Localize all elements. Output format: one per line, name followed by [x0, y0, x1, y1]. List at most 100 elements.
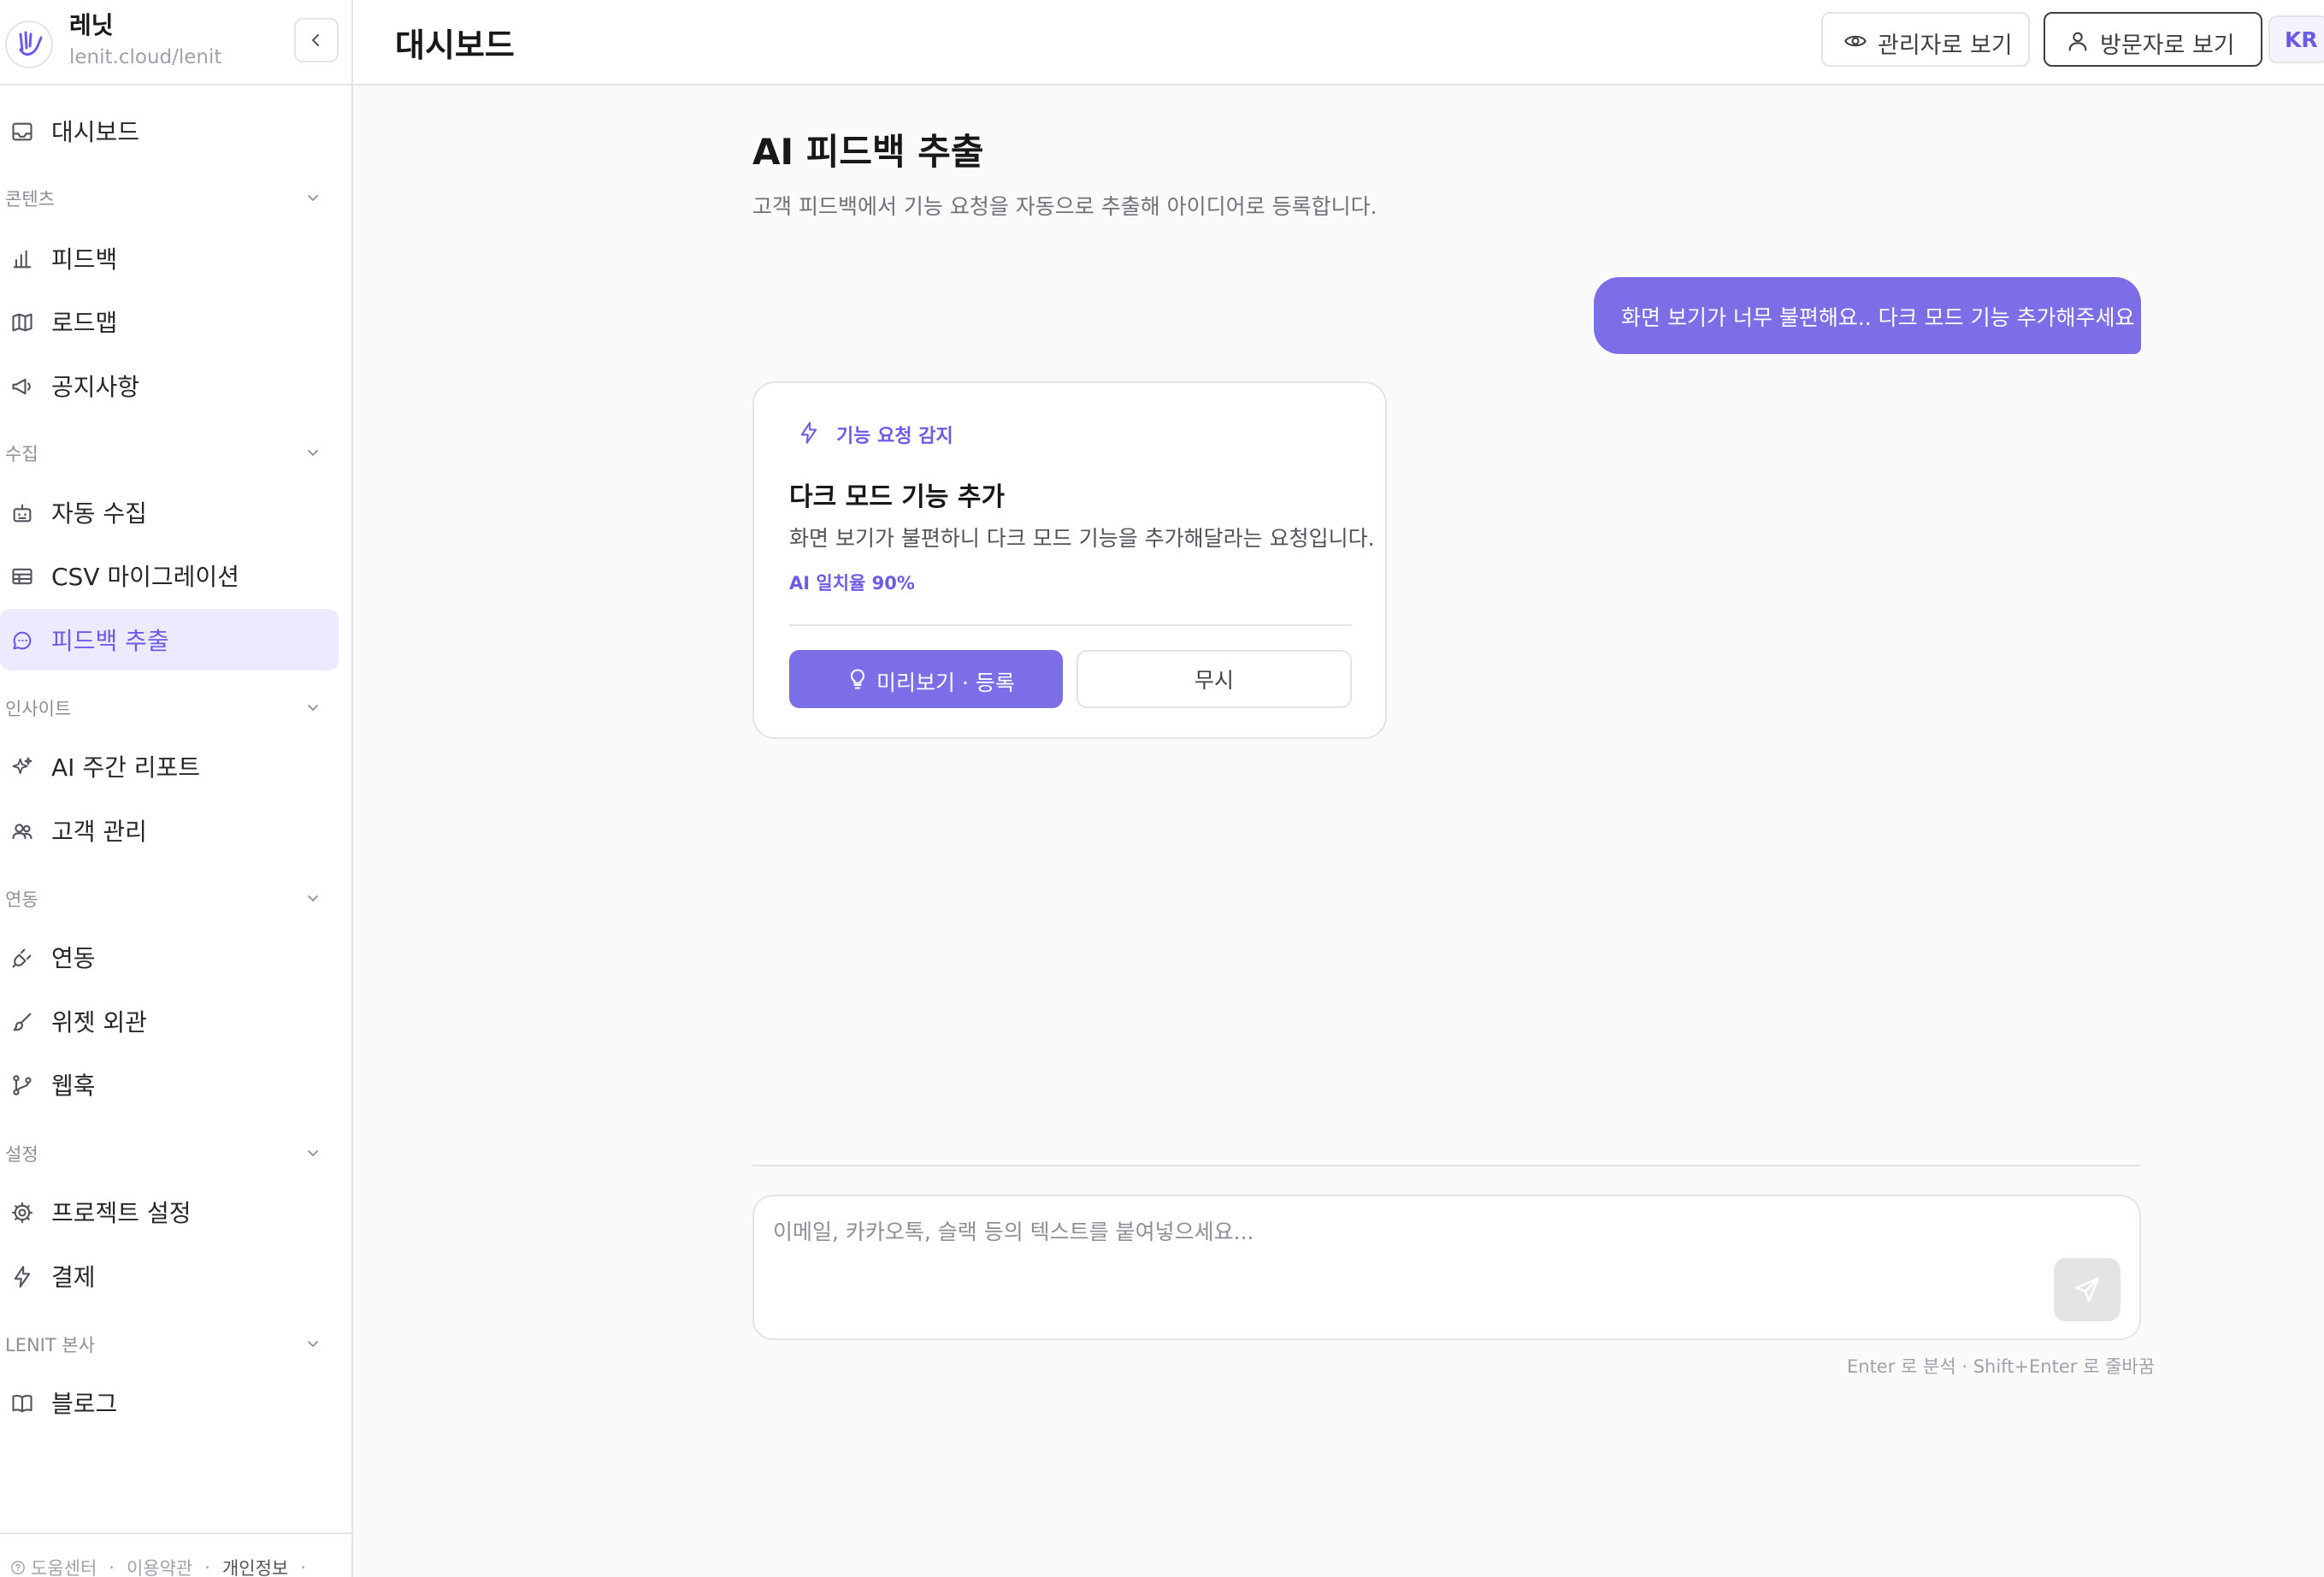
sidebar-item-label: 공지사항	[51, 373, 140, 401]
compose-divider	[752, 1165, 2141, 1167]
page-title: 대시보드	[395, 27, 515, 64]
table-icon	[12, 568, 32, 585]
sidebar-item-label: 블로그	[51, 1390, 118, 1418]
section-label: 콘텐츠	[5, 189, 55, 210]
sidebar-item-label: 웹훅	[51, 1072, 96, 1100]
brand-url: lenit.cloud/lenit	[69, 46, 222, 68]
view-as-admin-button[interactable]: 관리자로 보기	[1821, 12, 2030, 67]
detection-tag: 기능 요청 감지	[836, 426, 953, 447]
sidebar-item-label: AI 주간 리포트	[51, 753, 201, 782]
eye-icon	[1844, 35, 1867, 47]
plug-icon	[12, 948, 32, 968]
footer-separator: ·	[300, 1557, 306, 1577]
user-icon	[2068, 32, 2087, 51]
idea-description: 화면 보기가 불편하니 다크 모드 기능을 추가해달라는 요청입니다.	[789, 526, 1375, 551]
sidebar-item-widget-appearance[interactable]: 위젯 외관	[0, 990, 339, 1052]
sidebar-item-integrations[interactable]: 연동	[0, 926, 339, 988]
sidebar-item-label: 자동 수집	[51, 499, 147, 528]
ignore-button[interactable]: 무시	[1076, 650, 1352, 708]
megaphone-icon	[12, 378, 31, 395]
sidebar-item-label: 연동	[51, 944, 96, 972]
privacy-link[interactable]: 개인정보	[222, 1555, 288, 1577]
language-switch[interactable]: KR	[2268, 15, 2324, 63]
feature-subtitle: 고객 피드백에서 기능 요청을 자동으로 추출해 아이디어로 등록합니다.	[752, 194, 1377, 219]
view-as-visitor-button[interactable]: 방문자로 보기	[2044, 12, 2262, 67]
gear-icon	[11, 1202, 33, 1224]
feature-title: AI 피드백 추출	[752, 131, 984, 173]
section-integrations[interactable]: 연동	[0, 883, 339, 913]
sidebar-item-label: 프로젝트 설정	[51, 1199, 192, 1227]
section-insights[interactable]: 인사이트	[0, 692, 339, 723]
sidebar-item-auto-collect[interactable]: 자동 수집	[0, 481, 339, 543]
chevron-down-icon	[308, 895, 318, 902]
sidebar-footer: 도움센터 · 이용약관 · 개인정보 ·	[0, 1533, 353, 1577]
inbox-icon	[12, 122, 32, 141]
top-header: 대시보드 관리자로 보기 방문자로 보기 KR	[353, 0, 2324, 86]
sidebar: 레닛 lenit.cloud/lenit 대시보드 콘텐츠 피드백 로드맵 공지…	[0, 0, 353, 1577]
chevron-down-icon	[308, 195, 318, 202]
git-branch-icon	[13, 1075, 32, 1096]
ai-match-score: AI 일치율 90%	[789, 573, 915, 594]
idea-title: 다크 모드 기능 추가	[789, 482, 1006, 512]
help-center-link[interactable]: 도움센터	[31, 1555, 97, 1577]
brand-logo[interactable]	[5, 21, 53, 68]
brand-name: 레닛	[69, 11, 114, 39]
terms-link[interactable]: 이용약관	[127, 1555, 192, 1577]
sidebar-item-feedback[interactable]: 피드백	[0, 227, 339, 289]
sidebar-item-dashboard[interactable]: 대시보드	[0, 100, 339, 162]
sidebar-item-ai-weekly-report[interactable]: AI 주간 리포트	[0, 735, 339, 797]
card-divider	[789, 624, 1352, 626]
user-message-bubble: 화면 보기가 너무 불편해요.. 다크 모드 기능 추가해주세요	[1594, 277, 2141, 354]
section-label: 인사이트	[5, 699, 72, 719]
section-collect[interactable]: 수집	[0, 437, 339, 468]
sidebar-item-label: 피드백	[51, 245, 118, 274]
sidebar-item-billing[interactable]: 결제	[0, 1245, 339, 1307]
sidebar-item-label: 위젯 외관	[51, 1008, 147, 1037]
section-lenit-hq[interactable]: LENIT 본사	[0, 1328, 339, 1359]
message-circle-icon	[13, 631, 32, 650]
sidebar-item-feedback-extract[interactable]: 피드백 추출	[0, 609, 339, 670]
preview-register-label: 미리보기 · 등록	[876, 670, 1015, 695]
compose-box	[752, 1195, 2141, 1340]
view-as-admin-label: 관리자로 보기	[1878, 32, 2013, 59]
send-icon	[2074, 1277, 2100, 1302]
view-as-visitor-label: 방문자로 보기	[2100, 32, 2235, 59]
chevron-down-icon	[308, 705, 318, 712]
users-icon	[12, 824, 32, 840]
sidebar-item-label: 로드맵	[51, 309, 118, 337]
feedback-text-input[interactable]	[773, 1215, 2030, 1318]
section-label: 연동	[5, 889, 38, 910]
preview-register-button[interactable]: 미리보기 · 등록	[789, 650, 1063, 708]
section-settings[interactable]: 설정	[0, 1137, 339, 1168]
section-content[interactable]: 콘텐츠	[0, 182, 339, 213]
section-label: 수집	[5, 444, 38, 464]
sidebar-item-announcements[interactable]: 공지사항	[0, 355, 339, 416]
sidebar-item-label: 고객 관리	[51, 818, 147, 846]
sidebar-item-label: 대시보드	[51, 118, 140, 146]
map-icon	[12, 313, 32, 332]
sidebar-item-label: CSV 마이그레이션	[51, 563, 239, 591]
bar-chart-icon	[13, 250, 32, 269]
footer-links: 도움센터 · 이용약관 · 개인정보 ·	[10, 1555, 318, 1577]
sidebar-item-webhooks[interactable]: 웹훅	[0, 1054, 339, 1115]
sidebar-item-blog[interactable]: 블로그	[0, 1372, 339, 1433]
collapse-sidebar-button[interactable]	[294, 18, 339, 62]
sidebar-item-roadmap[interactable]: 로드맵	[0, 291, 339, 352]
send-button[interactable]	[2054, 1258, 2121, 1321]
sidebar-item-customers[interactable]: 고객 관리	[0, 800, 339, 861]
sparkles-icon	[12, 757, 32, 774]
zap-icon	[800, 422, 817, 444]
sidebar-item-project-settings[interactable]: 프로젝트 설정	[0, 1181, 339, 1243]
zap-icon	[14, 1266, 31, 1288]
section-label: LENIT 본사	[5, 1335, 96, 1356]
sidebar-item-label: 피드백 추출	[51, 627, 169, 655]
section-label: 설정	[5, 1144, 38, 1165]
robot-icon	[13, 504, 32, 523]
sidebar-item-csv-migration[interactable]: CSV 마이그레이션	[0, 545, 339, 606]
chevron-down-icon	[308, 450, 318, 457]
footer-separator: ·	[109, 1557, 115, 1577]
hand-logo-icon	[19, 31, 43, 56]
chevron-left-icon	[312, 34, 319, 46]
book-icon	[12, 1395, 32, 1413]
extraction-result-card: 기능 요청 감지 다크 모드 기능 추가 화면 보기가 불편하니 다크 모드 기…	[752, 381, 1387, 739]
